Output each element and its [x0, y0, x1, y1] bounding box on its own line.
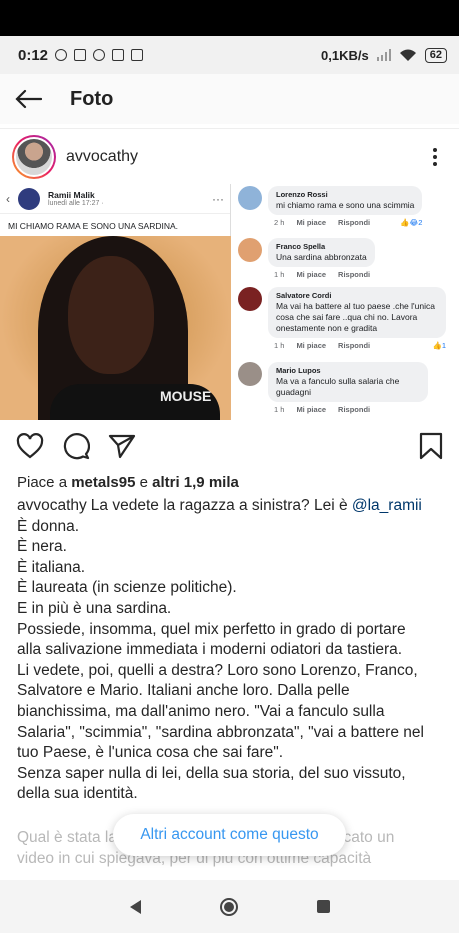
post-image[interactable]: ‹ Ramii Malik lunedì alle 17:27 · ··· MI… — [0, 184, 459, 420]
nav-back-icon[interactable] — [129, 899, 141, 914]
avatar[interactable] — [12, 134, 56, 179]
page-title: Foto — [70, 87, 114, 110]
portrait-photo: MOUSE — [0, 236, 231, 420]
comment-avatar — [238, 362, 262, 386]
app-icon — [93, 49, 106, 61]
facebook-comments-screenshot: Lorenzo Rossi mi chiamo rama e sono una s… — [232, 184, 459, 420]
fb-post-header: ‹ Ramii Malik lunedì alle 17:27 · ··· — [0, 184, 230, 214]
comment-avatar — [238, 287, 262, 311]
comment-avatar — [238, 238, 262, 262]
suggested-accounts-button[interactable]: Altri account come questo — [113, 814, 346, 856]
system-nav-bar — [0, 880, 459, 933]
post-caption: avvocathy La vedete la ragazza a sinistra… — [17, 497, 424, 803]
fb-more-icon: ··· — [212, 191, 224, 206]
fb-avatar — [18, 187, 40, 210]
megaphone-icon — [112, 49, 125, 61]
comment: Franco Spella Una sardina abbronzata 1 hM… — [238, 238, 458, 279]
wifi-icon — [399, 49, 416, 61]
comment-avatar — [238, 186, 262, 210]
lock-icon — [131, 49, 144, 61]
fb-caption: MI CHIAMO RAMA E SONO UNA SARDINA. — [8, 221, 179, 231]
battery-icon: 62 — [424, 47, 447, 63]
facebook-post-screenshot: ‹ Ramii Malik lunedì alle 17:27 · ··· MI… — [0, 184, 231, 420]
nav-home-icon[interactable] — [219, 897, 238, 916]
post-actions — [0, 420, 459, 472]
nav-recents-icon[interactable] — [316, 900, 330, 913]
signal-icon — [376, 49, 391, 61]
post-username[interactable]: avvocathy — [66, 148, 138, 166]
comment-icon[interactable] — [62, 432, 90, 460]
fb-name: Ramii Malik — [48, 190, 95, 200]
comment: Mario Lupos Ma va a fanculo sulla salaria… — [238, 362, 458, 414]
bookmark-icon[interactable] — [419, 432, 443, 460]
fb-back-icon: ‹ — [6, 191, 10, 206]
notification-icon — [74, 49, 87, 61]
mention-link[interactable]: @la_ramii — [352, 497, 422, 514]
status-time: 0:12 — [18, 46, 49, 64]
shield-icon — [55, 49, 68, 61]
likes-summary[interactable]: Piace a metals95 e altri 1,9 mila — [17, 474, 239, 491]
post-header: avvocathy — [0, 128, 459, 184]
status-bar: 0:12 0,1KB/s 62 — [0, 36, 459, 74]
comment: Salvatore Cordi Ma vai ha battere al tuo … — [238, 287, 458, 350]
top-app-bar: Foto — [0, 74, 459, 124]
share-icon[interactable] — [108, 433, 136, 459]
more-options-icon[interactable] — [423, 147, 447, 166]
camera-cutout-bar — [0, 0, 459, 36]
heart-icon[interactable] — [16, 433, 44, 459]
network-speed: 0,1KB/s — [321, 47, 369, 63]
comment: Lorenzo Rossi mi chiamo rama e sono una s… — [238, 186, 458, 227]
shirt-text: MOUSE — [160, 388, 212, 404]
fb-date: lunedì alle 17:27 · — [48, 200, 104, 207]
back-arrow-icon[interactable] — [0, 74, 56, 124]
caption-username[interactable]: avvocathy — [17, 497, 87, 514]
